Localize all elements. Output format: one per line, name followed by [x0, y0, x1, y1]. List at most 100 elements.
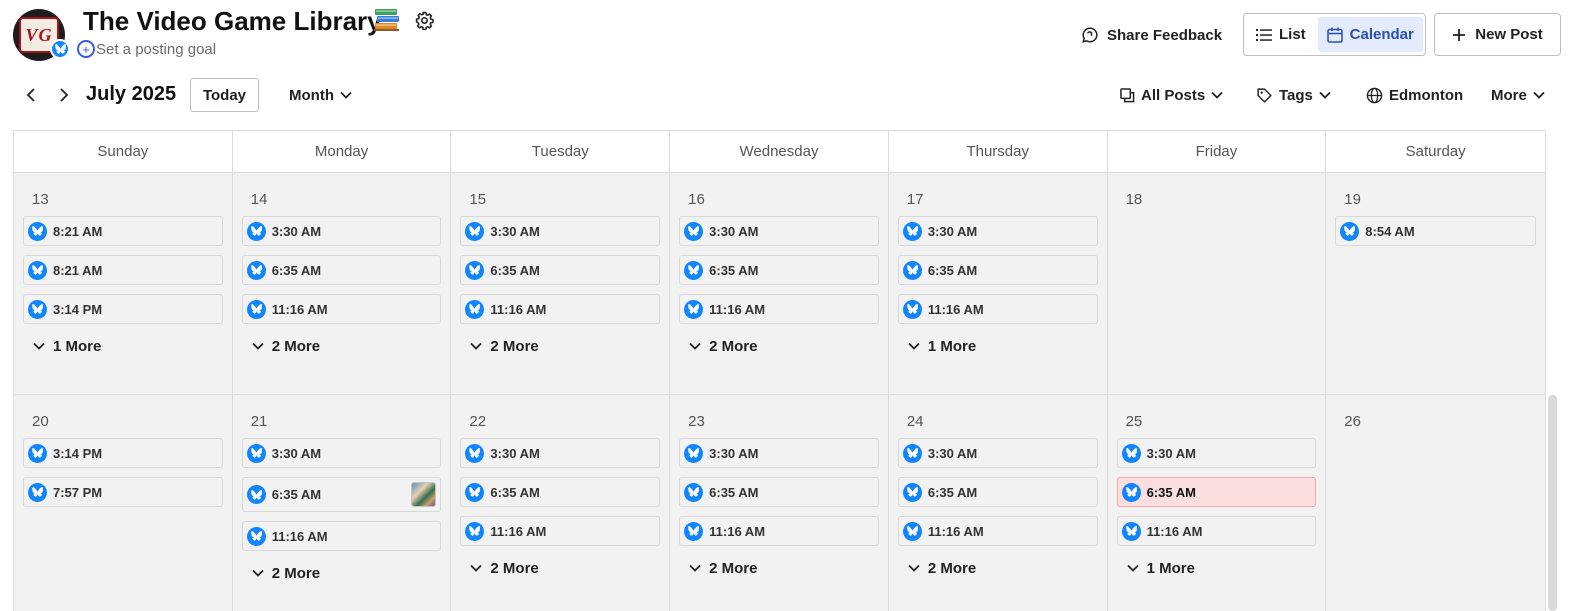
- add-account-plus-icon[interactable]: +: [77, 40, 95, 58]
- scheduled-post[interactable]: 11:16 AM: [679, 516, 879, 546]
- calendar-day-cell[interactable]: 14 3:30 AM 6:35 AM 11:16 AM 2 More: [232, 173, 452, 394]
- posts-copy-icon: [1120, 87, 1135, 102]
- calendar-week-row: 20 3:14 PM 7:57 PM 21 3:30 AM 6:35 AM 11:16 AM…: [14, 395, 1545, 611]
- calendar-day-cell[interactable]: 16 3:30 AM 6:35 AM 11:16 AM 2 More: [670, 173, 889, 394]
- new-post-button[interactable]: New Post: [1434, 13, 1561, 56]
- view-list-button[interactable]: List: [1247, 17, 1315, 52]
- scheduled-post[interactable]: 3:30 AM: [679, 216, 879, 246]
- calendar-day-cell[interactable]: 20 3:14 PM 7:57 PM: [14, 395, 233, 611]
- show-more-posts-button[interactable]: 2 More: [460, 333, 660, 359]
- scheduled-post[interactable]: 11:16 AM: [679, 294, 879, 324]
- scheduled-post[interactable]: 7:57 PM: [23, 477, 223, 507]
- calendar-scrollbar[interactable]: [1548, 395, 1557, 611]
- all-posts-filter[interactable]: All Posts: [1120, 84, 1223, 106]
- bluesky-icon: [246, 443, 266, 463]
- show-more-posts-button[interactable]: 2 More: [242, 560, 442, 586]
- scheduled-post[interactable]: 6:35 AM: [241, 477, 442, 512]
- bluesky-icon: [246, 485, 266, 504]
- bluesky-icon: [902, 221, 922, 241]
- scheduled-post[interactable]: 6:35 AM: [679, 477, 879, 507]
- scheduled-post[interactable]: 3:30 AM: [460, 438, 661, 468]
- share-feedback-button[interactable]: Share Feedback: [1081, 22, 1222, 48]
- scheduled-post[interactable]: 11:16 AM: [897, 516, 1098, 546]
- tags-filter[interactable]: Tags: [1256, 84, 1331, 106]
- calendar-day-cell[interactable]: 17 3:30 AM 6:35 AM 11:16 AM 1 More: [888, 173, 1108, 394]
- day-number: 26: [1344, 413, 1361, 430]
- calendar-day-cell[interactable]: 21 3:30 AM 6:35 AM 11:16 AM 2 More: [232, 395, 452, 611]
- previous-period-button[interactable]: [20, 84, 42, 106]
- post-time: 11:16 AM: [490, 523, 547, 539]
- gear-icon[interactable]: [415, 11, 434, 30]
- show-more-posts-button[interactable]: 2 More: [679, 555, 879, 581]
- scheduled-post[interactable]: 11:16 AM: [897, 294, 1098, 324]
- bluesky-icon: [465, 260, 485, 280]
- scheduled-post[interactable]: 3:30 AM: [1116, 438, 1317, 468]
- calendar-day-cell[interactable]: 13 8:21 AM 8:21 AM 3:14 PM 1 More: [14, 173, 233, 394]
- scheduled-post[interactable]: 8:21 AM: [23, 216, 223, 246]
- bluesky-icon: [246, 221, 266, 241]
- scheduled-post[interactable]: 6:35 AM: [460, 255, 661, 285]
- post-time: 6:35 AM: [490, 262, 540, 278]
- scheduled-post[interactable]: 6:35 AM: [1116, 477, 1317, 507]
- show-more-posts-button[interactable]: 1 More: [23, 333, 223, 359]
- view-mode-dropdown[interactable]: Month: [289, 84, 352, 106]
- chevron-down-icon: [689, 342, 701, 350]
- show-more-posts-button[interactable]: 2 More: [460, 555, 660, 581]
- scheduled-post[interactable]: 3:30 AM: [460, 216, 661, 246]
- scheduled-post[interactable]: 11:16 AM: [241, 294, 442, 324]
- day-number: 22: [469, 413, 487, 430]
- chevron-down-icon: [1319, 91, 1331, 99]
- scheduled-post[interactable]: 6:35 AM: [460, 477, 661, 507]
- day-number: 19: [1344, 191, 1361, 208]
- show-more-posts-button[interactable]: 1 More: [1117, 555, 1317, 581]
- chevron-down-icon: [252, 342, 264, 350]
- chevron-down-icon: [470, 342, 483, 350]
- more-menu[interactable]: More: [1491, 84, 1545, 106]
- bluesky-icon: [902, 260, 922, 280]
- scheduled-post[interactable]: 3:14 PM: [23, 294, 223, 324]
- scheduled-post[interactable]: 3:30 AM: [241, 438, 442, 468]
- calendar-day-cell[interactable]: 18: [1107, 173, 1327, 394]
- scheduled-post[interactable]: 6:35 AM: [897, 477, 1098, 507]
- next-period-button[interactable]: [53, 84, 75, 106]
- books-emoji-icon: [374, 9, 399, 31]
- scheduled-post[interactable]: 3:30 AM: [241, 216, 442, 246]
- scheduled-post[interactable]: 3:30 AM: [897, 438, 1098, 468]
- show-more-posts-button[interactable]: 2 More: [679, 333, 879, 359]
- posting-goal-link[interactable]: Set a posting goal: [96, 41, 216, 58]
- bluesky-icon: [902, 443, 922, 463]
- calendar-day-cell[interactable]: 15 3:30 AM 6:35 AM 11:16 AM 2 More: [451, 173, 671, 394]
- day-number: 24: [906, 413, 924, 430]
- show-more-posts-button[interactable]: 2 More: [242, 333, 442, 359]
- calendar-day-cell[interactable]: 19 8:54 AM: [1326, 173, 1545, 394]
- today-button[interactable]: Today: [190, 78, 259, 112]
- scheduled-post[interactable]: 11:16 AM: [1116, 516, 1317, 546]
- scheduled-post[interactable]: 3:30 AM: [679, 438, 879, 468]
- scheduled-post[interactable]: 11:16 AM: [241, 521, 442, 551]
- scheduled-post[interactable]: 3:14 PM: [23, 438, 223, 468]
- post-time: 3:30 AM: [927, 445, 978, 461]
- scheduled-post[interactable]: 3:30 AM: [897, 216, 1098, 246]
- chevron-down-icon: [470, 564, 483, 572]
- more-count: 1 More: [1146, 559, 1195, 577]
- scheduled-post[interactable]: 6:35 AM: [241, 255, 442, 285]
- scheduled-post[interactable]: 8:21 AM: [23, 255, 223, 285]
- scheduled-post[interactable]: 8:54 AM: [1335, 216, 1536, 246]
- scheduled-post[interactable]: 11:16 AM: [460, 516, 661, 546]
- calendar-day-cell[interactable]: 23 3:30 AM 6:35 AM 11:16 AM 2 More: [670, 395, 889, 611]
- bluesky-icon: [684, 299, 704, 319]
- scheduled-post[interactable]: 6:35 AM: [679, 255, 879, 285]
- more-count: 2 More: [927, 559, 977, 577]
- timezone-selector[interactable]: Edmonton: [1366, 84, 1463, 106]
- bluesky-icon: [28, 299, 47, 319]
- calendar-day-cell[interactable]: 26: [1326, 395, 1545, 611]
- show-more-posts-button[interactable]: 1 More: [898, 333, 1098, 359]
- calendar-day-cell[interactable]: 24 3:30 AM 6:35 AM 11:16 AM 2 More: [888, 395, 1108, 611]
- calendar-day-cell[interactable]: 25 3:30 AM 6:35 AM 11:16 AM 1 More: [1107, 395, 1327, 611]
- post-time: 6:35 AM: [490, 484, 540, 500]
- calendar-day-cell[interactable]: 22 3:30 AM 6:35 AM 11:16 AM 2 More: [451, 395, 671, 611]
- view-calendar-button[interactable]: Calendar: [1317, 17, 1423, 52]
- scheduled-post[interactable]: 6:35 AM: [897, 255, 1098, 285]
- show-more-posts-button[interactable]: 2 More: [898, 555, 1098, 581]
- scheduled-post[interactable]: 11:16 AM: [460, 294, 661, 324]
